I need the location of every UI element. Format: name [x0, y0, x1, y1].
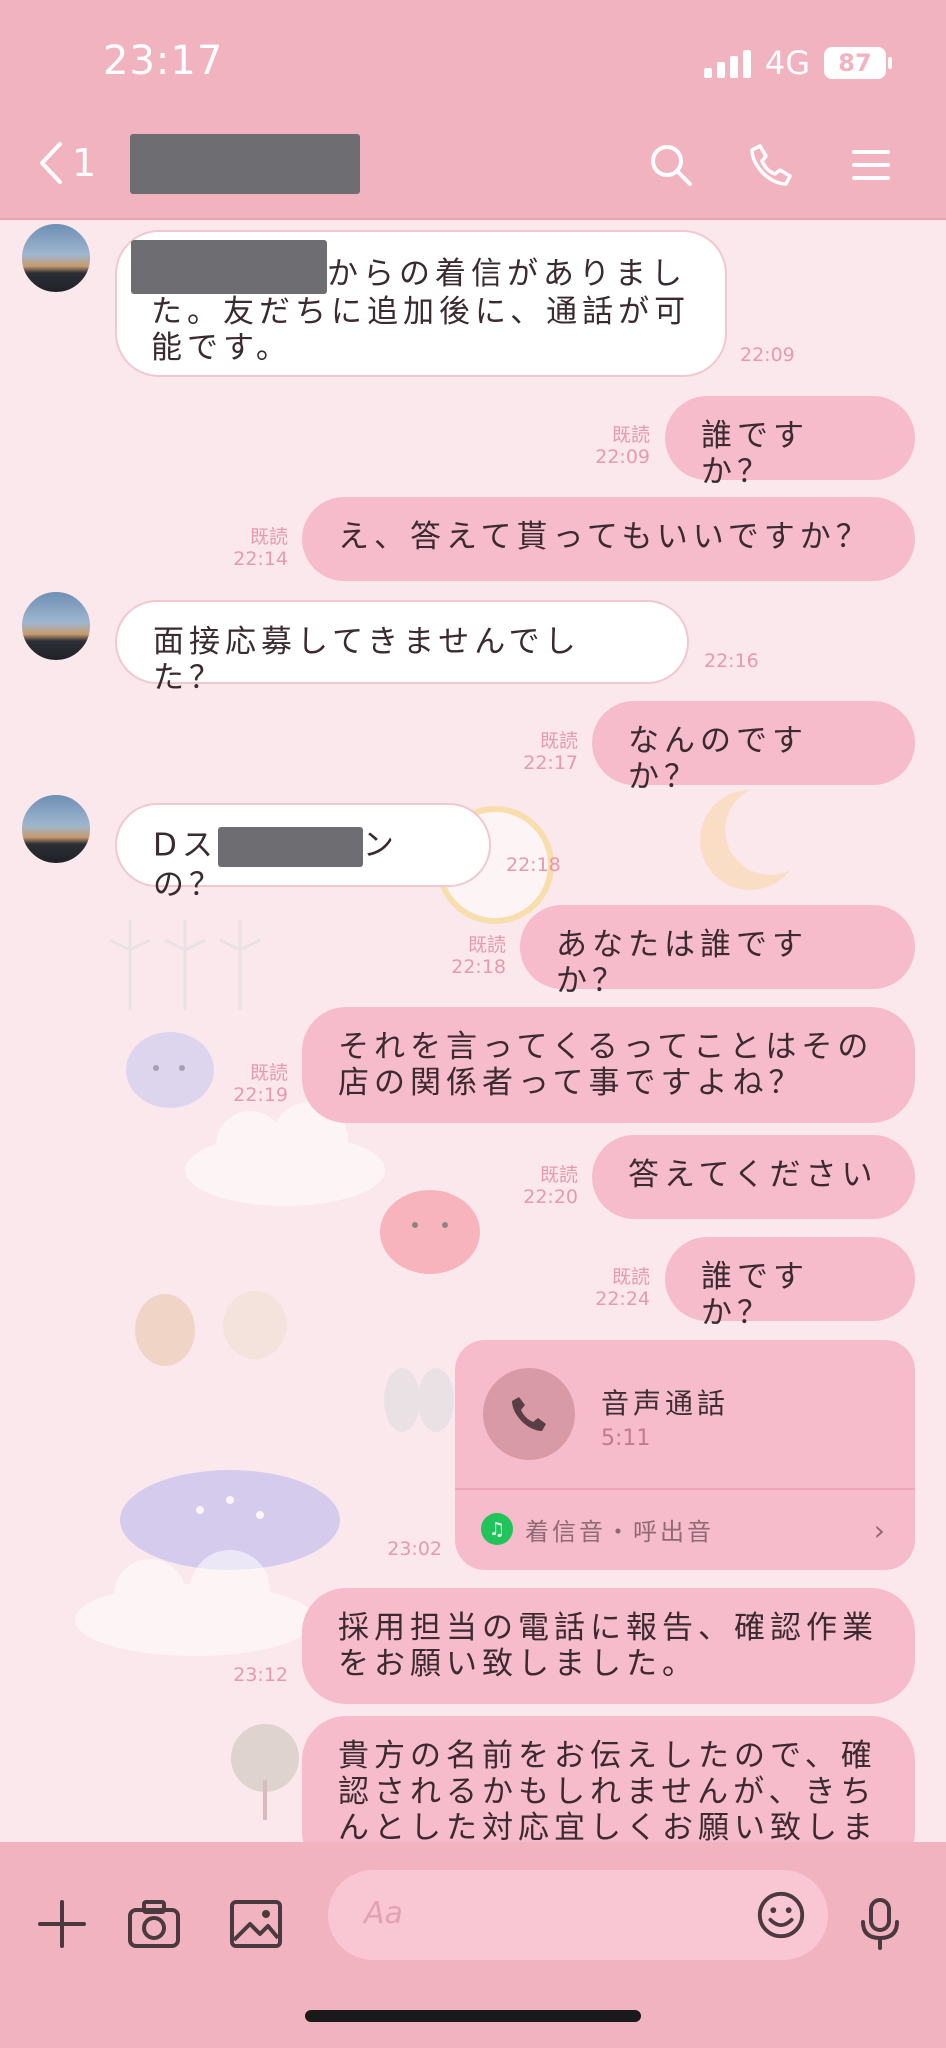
message-time: 22:18 [451, 956, 506, 978]
message-time: 22:16 [704, 650, 759, 672]
search-icon[interactable] [648, 142, 694, 188]
input-placeholder: Aa [364, 1896, 403, 1931]
message-time: 22:17 [523, 752, 578, 774]
message-bubble-outgoing[interactable]: あなたは誰ですか？ [520, 905, 915, 999]
cloud-decoration-2 [75, 1550, 315, 1656]
chevron-right-icon: › [873, 1514, 885, 1547]
read-label: 既読 [249, 526, 288, 548]
message-bubble-outgoing[interactable]: 誰ですか？ [665, 1237, 915, 1331]
battery-icon: 87 [824, 47, 892, 79]
menu-icon[interactable] [848, 142, 894, 188]
message-time: 22:20 [523, 1186, 578, 1208]
call-icon-circle [483, 1368, 575, 1460]
message-time: 22:14 [233, 548, 288, 570]
ringtone-link[interactable]: ♫ 着信音・呼出音 › [455, 1490, 915, 1568]
top-bar: 23:17 4G 87 1 [0, 0, 946, 220]
read-label: 既読 [611, 424, 650, 446]
redacted-name [217, 827, 363, 867]
message-time: 23:02 [387, 1538, 442, 1560]
redacted-name [131, 239, 327, 294]
read-label: 既読 [249, 1062, 288, 1084]
read-receipt: 既読 22:17 [508, 730, 578, 774]
voice-input-button[interactable] [852, 1896, 908, 1956]
pear-decoration [135, 1291, 287, 1366]
ringtone-label: 着信音・呼出音 [525, 1517, 714, 1546]
read-receipt: 既読 22:18 [436, 934, 506, 978]
read-label: 既読 [539, 730, 578, 752]
image-icon [230, 1900, 282, 1948]
home-indicator[interactable] [305, 2010, 641, 2022]
add-button[interactable] [34, 1896, 90, 1956]
status-indicators: 4G 87 [703, 44, 892, 82]
message-time: 22:18 [506, 854, 561, 876]
chat-area[interactable]: からの着信がありました。友だちに追加後に、通話が可能です。 22:09 既読 22… [0, 220, 946, 1842]
voice-call-card[interactable]: 音声通話 5:11 ♫ 着信音・呼出音 › [455, 1340, 915, 1570]
bush-decoration [384, 1368, 454, 1432]
tree-decoration [231, 1724, 299, 1820]
call-duration: 5:11 [601, 1426, 651, 1451]
music-note-icon: ♫ [481, 1513, 513, 1545]
octopus-decoration [380, 1190, 480, 1274]
contact-avatar[interactable] [20, 222, 92, 294]
message-bubble-outgoing[interactable]: なんのですか？ [592, 701, 915, 795]
read-receipt: 既読 22:14 [218, 526, 288, 570]
read-label: 既読 [611, 1266, 650, 1288]
back-button[interactable]: 1 [36, 140, 96, 186]
message-bubble-outgoing[interactable]: え、答えて貰ってもいいですか？ [302, 497, 915, 581]
camera-button[interactable] [126, 1896, 182, 1956]
unread-count: 1 [72, 141, 97, 185]
message-bubble-outgoing[interactable]: 採用担当の電話に報告、確認作業をお願い致しました。 [302, 1588, 915, 1704]
status-time: 23:17 [103, 38, 224, 84]
call-title: 音声通話 [601, 1387, 730, 1420]
message-bubble-incoming[interactable]: からの着信がありました。友だちに追加後に、通話が可能です。 [115, 230, 727, 377]
phone-icon[interactable] [748, 142, 794, 188]
message-bubble-outgoing[interactable]: 答えてください [592, 1135, 915, 1219]
redacted-contact-name [130, 134, 360, 194]
microphone-icon [861, 1898, 899, 1950]
signal-icon [703, 48, 751, 78]
message-time: 23:12 [233, 1664, 288, 1686]
read-receipt: 既読 22:24 [580, 1266, 650, 1310]
message-input[interactable]: Aa [328, 1870, 828, 1960]
message-bubble-incoming[interactable]: Dス ンの？ [115, 803, 491, 903]
message-time: 22:24 [595, 1288, 650, 1310]
message-bubble-incoming[interactable]: 面接応募してきませんでした？ [115, 600, 689, 696]
read-label: 既読 [539, 1164, 578, 1186]
emoji-button[interactable] [754, 1888, 808, 1946]
phone-icon [512, 1397, 546, 1431]
contact-avatar[interactable] [20, 590, 92, 662]
camera-icon [128, 1900, 180, 1948]
read-label: 既読 [467, 934, 506, 956]
plus-icon [38, 1900, 86, 1948]
read-receipt: 既読 22:09 [580, 424, 650, 468]
contact-avatar[interactable] [20, 793, 92, 865]
image-button[interactable] [228, 1896, 284, 1956]
message-bubble-outgoing[interactable]: それを言ってくるってことはその店の関係者って事ですよね？ [302, 1007, 915, 1123]
moon-decoration [700, 790, 790, 890]
network-type: 4G [764, 44, 810, 82]
message-bubble-outgoing[interactable]: 貴方の名前をお伝えしたので、確認されるかもしれませんが、きちんとした対応宜しくお… [302, 1716, 915, 1842]
message-text-prefix: Dス [153, 827, 218, 864]
smiley-icon [757, 1891, 805, 1939]
tree-branches-decoration [109, 920, 261, 1010]
message-time: 22:09 [740, 344, 795, 366]
header-actions [648, 142, 894, 188]
message-time: 22:09 [595, 446, 650, 468]
message-bubble-outgoing[interactable]: 誰ですか？ [665, 396, 915, 490]
read-receipt: 既読 22:20 [508, 1164, 578, 1208]
read-receipt: 既読 22:19 [218, 1062, 288, 1106]
composer-bar: Aa [0, 1842, 946, 2048]
message-time: 22:19 [233, 1084, 288, 1106]
call-info: 音声通話 5:11 [455, 1340, 915, 1490]
chevron-left-icon [40, 142, 62, 184]
